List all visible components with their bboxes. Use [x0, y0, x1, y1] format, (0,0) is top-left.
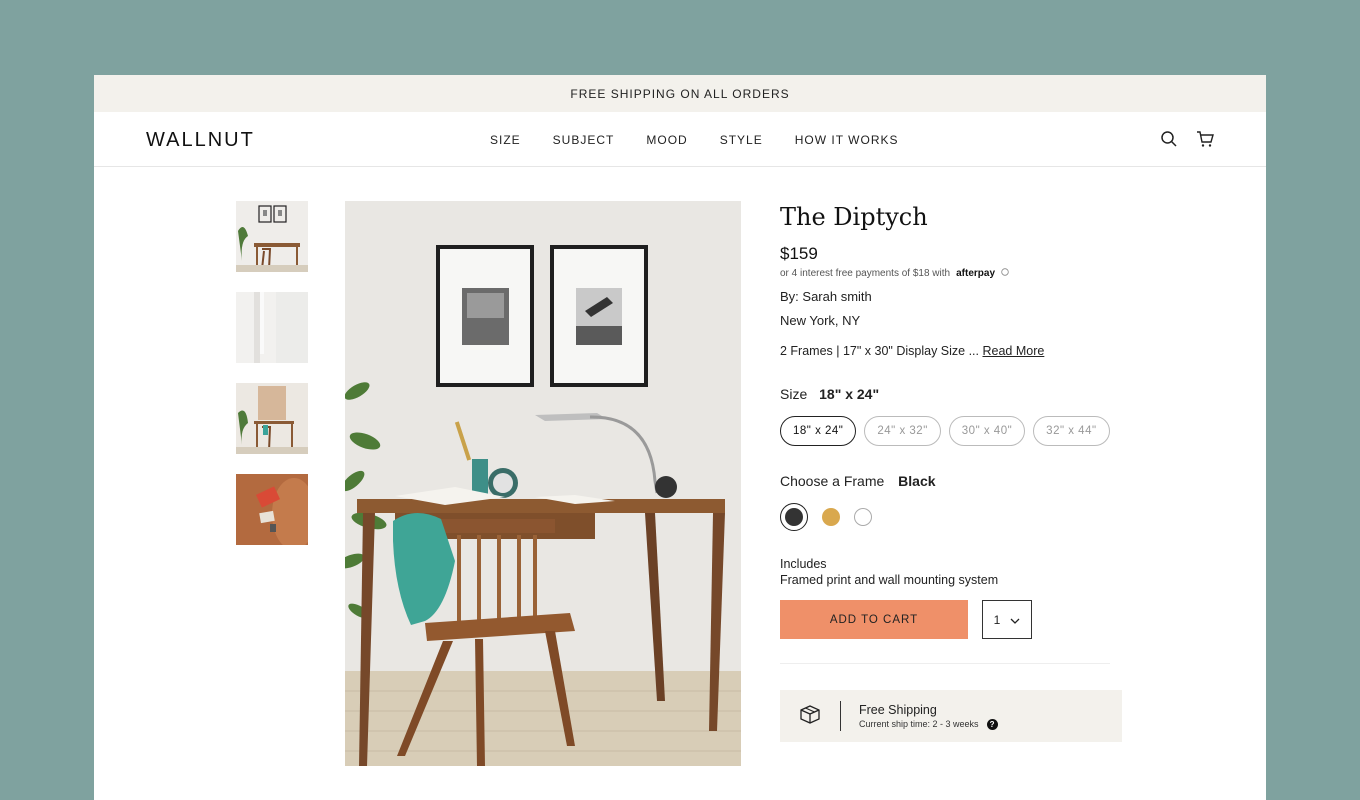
selected-size: 18" x 24" — [819, 386, 880, 402]
shipping-divider — [840, 701, 841, 731]
size-label-row: Size 18" x 24" — [780, 386, 1140, 402]
help-icon[interactable]: ? — [986, 718, 998, 730]
size-option-24x32[interactable]: 24" x 32" — [864, 416, 941, 446]
main-product-image[interactable] — [345, 201, 741, 766]
nav-size[interactable]: SIZE — [490, 133, 521, 147]
includes-heading: Includes — [780, 557, 827, 571]
search-icon[interactable] — [1160, 130, 1178, 148]
chevron-down-icon — [1010, 613, 1020, 627]
shipping-title: Free Shipping — [859, 702, 937, 717]
artist-location: New York, NY — [780, 313, 861, 328]
divider — [780, 663, 1110, 664]
quantity-value: 1 — [993, 612, 1001, 627]
size-option-18x24[interactable]: 18" x 24" — [780, 416, 857, 446]
size-options: 18" x 24" 24" x 32" 30" x 40" 32" x 44" — [780, 416, 1140, 446]
nav-mood[interactable]: MOOD — [646, 133, 687, 147]
shipping-text: Free Shipping Current ship time: 2 - 3 w… — [859, 703, 998, 730]
nav-style[interactable]: STYLE — [720, 133, 763, 147]
add-to-cart-button[interactable]: ADD TO CART — [780, 600, 968, 639]
shipping-subtitle: Current ship time: 2 - 3 weeks — [859, 719, 979, 729]
product-price: $159 — [780, 244, 818, 263]
frame-swatch-gold[interactable] — [822, 508, 840, 526]
info-icon[interactable] — [1001, 268, 1009, 279]
read-more-link[interactable]: Read More — [982, 344, 1044, 358]
promo-text: FREE SHIPPING ON ALL ORDERS — [570, 86, 790, 101]
frame-swatch-white[interactable] — [854, 508, 872, 526]
browser-window: FREE SHIPPING ON ALL ORDERS WALLNUT SIZE… — [94, 75, 1266, 800]
size-label: Size — [780, 386, 808, 402]
cart-row: ADD TO CART 1 — [780, 600, 1140, 639]
nav-how-it-works[interactable]: HOW IT WORKS — [795, 133, 899, 147]
thumbnail-list — [236, 201, 308, 545]
thumbnail-frame-side[interactable] — [236, 292, 308, 363]
artist-name: By: Sarah smith — [780, 289, 872, 304]
shipping-info: Free Shipping Current ship time: 2 - 3 w… — [780, 690, 1122, 742]
frame-label: Choose a Frame — [780, 473, 885, 489]
box-icon — [798, 702, 822, 731]
promo-banner: FREE SHIPPING ON ALL ORDERS — [94, 75, 1266, 112]
afterpay-logo[interactable]: afterpay — [956, 268, 995, 279]
frame-label-row: Choose a Frame Black — [780, 473, 1140, 489]
frame-swatch-black[interactable] — [780, 503, 808, 531]
product-detail: 2 Frames | 17" x 30" Display Size ... Re… — [780, 344, 1140, 358]
header-icons — [1160, 130, 1214, 148]
frame-swatches — [780, 503, 1140, 531]
afterpay-text: or 4 interest free payments of $18 with — [780, 268, 951, 279]
includes-value: Framed print and wall mounting system — [780, 573, 999, 587]
cart-icon[interactable] — [1196, 130, 1214, 148]
quantity-select[interactable]: 1 — [982, 600, 1032, 639]
nav-subject[interactable]: SUBJECT — [553, 133, 615, 147]
thumbnail-desk-wide[interactable] — [236, 383, 308, 454]
thumbnail-desk-room[interactable] — [236, 201, 308, 272]
detail-text: 2 Frames | 17" x 30" Display Size ... — [780, 344, 979, 358]
product-info: The Diptych $159 or 4 interest free paym… — [780, 201, 1140, 742]
site-header: WALLNUT SIZE SUBJECT MOOD STYLE HOW IT W… — [94, 112, 1266, 167]
size-option-30x40[interactable]: 30" x 40" — [948, 416, 1026, 446]
product-title: The Diptych — [780, 203, 928, 231]
main-nav: SIZE SUBJECT MOOD STYLE HOW IT WORKS — [490, 133, 899, 147]
logo[interactable]: WALLNUT — [146, 129, 255, 152]
shipping-subtitle-row: Current ship time: 2 - 3 weeks ? — [859, 718, 998, 730]
thumbnail-detail-closeup[interactable] — [236, 474, 308, 545]
selected-frame: Black — [898, 473, 936, 489]
afterpay-row: or 4 interest free payments of $18 with … — [780, 268, 1140, 279]
size-option-32x44[interactable]: 32" x 44" — [1033, 416, 1110, 446]
